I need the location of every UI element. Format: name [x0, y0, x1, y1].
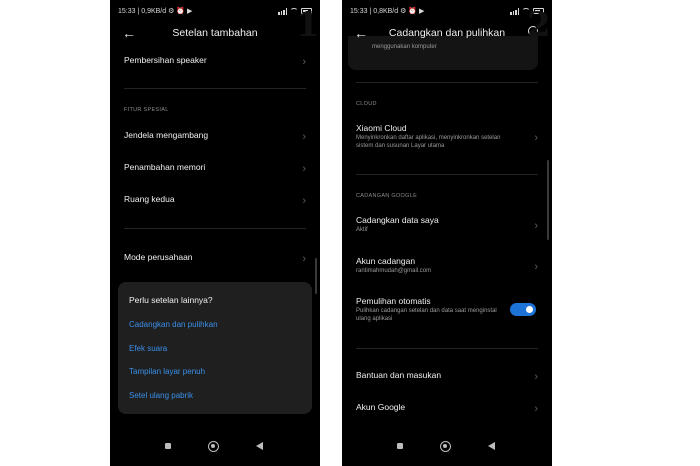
section-header-cloud: CLOUD: [356, 101, 377, 107]
settings-item-enterprise-mode[interactable]: Mode perusahaan ›: [124, 252, 306, 266]
recent-apps-icon[interactable]: [165, 443, 171, 449]
settings-item-label: Penambahan memori: [124, 162, 206, 172]
auto-restore-toggle[interactable]: [510, 303, 536, 316]
divider: [356, 174, 538, 175]
signal-icon: [278, 7, 287, 15]
settings-item-label: Pembersihan speaker: [124, 55, 207, 65]
status-bar: 15:33 | 0,9KB/d ⚙ ⏰ ▶: [110, 0, 320, 22]
navigation-bar: [110, 436, 320, 466]
settings-item-second-space[interactable]: Ruang kedua ›: [124, 194, 306, 208]
settings-item-xiaomi-cloud[interactable]: Xiaomi Cloud Menyinkronkan daftar aplika…: [356, 123, 538, 153]
signal-icon: [510, 7, 519, 15]
chevron-right-icon: ›: [302, 195, 306, 207]
settings-item-label: Ruang kedua: [124, 194, 175, 204]
status-bar: 15:33 | 0,8KB/d ⚙ ⏰ ▶: [342, 0, 552, 22]
card-title: Perlu setelan lainnya?: [129, 295, 213, 305]
settings-item-label: Pemulihan otomatis: [356, 296, 431, 306]
settings-item-label: Jendela mengambang: [124, 130, 209, 140]
more-settings-card: Perlu setelan lainnya? Cadangkan dan pul…: [118, 282, 312, 414]
home-icon[interactable]: [440, 441, 451, 452]
divider: [124, 228, 306, 229]
back-triangle-icon[interactable]: [488, 442, 495, 450]
divider: [124, 88, 306, 89]
chevron-right-icon: ›: [534, 220, 538, 232]
settings-item-status: Aktif: [356, 227, 368, 233]
chevron-right-icon: ›: [534, 261, 538, 273]
settings-item-description: Pulihkan cadangan setelan dan data saat …: [356, 308, 497, 322]
chevron-right-icon: ›: [302, 253, 306, 265]
page-title: Cadangkan dan pulihkan: [388, 27, 506, 39]
phone-screen-2: 15:33 | 0,8KB/d ⚙ ⏰ ▶ menggunakan komput…: [342, 0, 552, 466]
settings-item-google-account[interactable]: Akun Google ›: [356, 402, 538, 416]
settings-item-backup-my-data[interactable]: Cadangkan data saya Aktif ›: [356, 215, 538, 237]
settings-item-auto-restore[interactable]: Pemulihan otomatis Pulihkan cadangan set…: [356, 296, 502, 326]
app-bar: ← Setelan tambahan: [110, 22, 320, 44]
link-sound-effects[interactable]: Efek suara: [129, 344, 167, 353]
step-number-1: 1: [296, 5, 320, 45]
app-bar: ← Cadangkan dan pulihkan: [342, 22, 552, 44]
settings-item-label: Akun cadangan: [356, 256, 416, 266]
settings-item-speaker-cleaning[interactable]: Pembersihan speaker ›: [124, 55, 306, 69]
step-number-2: 2: [527, 5, 551, 45]
settings-item-backup-account[interactable]: Akun cadangan rantimahmudah@gmail.com ›: [356, 256, 538, 278]
chevron-right-icon: ›: [534, 132, 538, 144]
home-icon[interactable]: [208, 441, 219, 452]
recent-apps-icon[interactable]: [397, 443, 403, 449]
chevron-right-icon: ›: [534, 403, 538, 415]
settings-item-description: Menyinkronkan daftar aplikasi, menyinkro…: [356, 135, 501, 149]
settings-item-label: Xiaomi Cloud: [356, 123, 407, 133]
settings-item-label: Cadangkan data saya: [356, 215, 439, 225]
settings-item-help-feedback[interactable]: Bantuan dan masukan ›: [356, 370, 538, 384]
scrollbar[interactable]: [315, 258, 317, 294]
link-backup-restore[interactable]: Cadangkan dan pulihkan: [129, 320, 218, 329]
settings-item-label: Bantuan dan masukan: [356, 370, 442, 380]
page-title: Setelan tambahan: [172, 27, 258, 39]
back-triangle-icon[interactable]: [256, 442, 263, 450]
status-time: 15:33 | 0,8KB/d ⚙ ⏰ ▶: [350, 8, 425, 15]
link-factory-reset[interactable]: Setel ulang pabrik: [129, 391, 193, 400]
chevron-right-icon: ›: [302, 56, 306, 68]
settings-item-account-email: rantimahmudah@gmail.com: [356, 268, 432, 274]
status-time: 15:33 | 0,9KB/d ⚙ ⏰ ▶: [118, 8, 193, 15]
divider: [356, 82, 538, 83]
settings-item-label: Mode perusahaan: [124, 252, 193, 262]
chevron-right-icon: ›: [534, 371, 538, 383]
scrollbar[interactable]: [547, 160, 549, 240]
section-header-special-features: FITUR SPESIAL: [124, 107, 169, 113]
settings-item-memory-extension[interactable]: Penambahan memori ›: [124, 162, 306, 176]
settings-item-floating-window[interactable]: Jendela mengambang ›: [124, 130, 306, 144]
phone-screen-1: 15:33 | 0,9KB/d ⚙ ⏰ ▶ ← Setelan tambahan…: [110, 0, 320, 466]
chevron-right-icon: ›: [302, 163, 306, 175]
settings-item-label: Akun Google: [356, 402, 406, 412]
section-header-google-backup: CADANGAN GOOGLE: [356, 193, 418, 199]
chevron-right-icon: ›: [302, 131, 306, 143]
navigation-bar: [342, 436, 552, 466]
link-full-screen-display[interactable]: Tampilan layar penuh: [129, 367, 205, 376]
partial-card-text: menggunakan komputer: [372, 44, 437, 50]
divider: [356, 348, 538, 349]
